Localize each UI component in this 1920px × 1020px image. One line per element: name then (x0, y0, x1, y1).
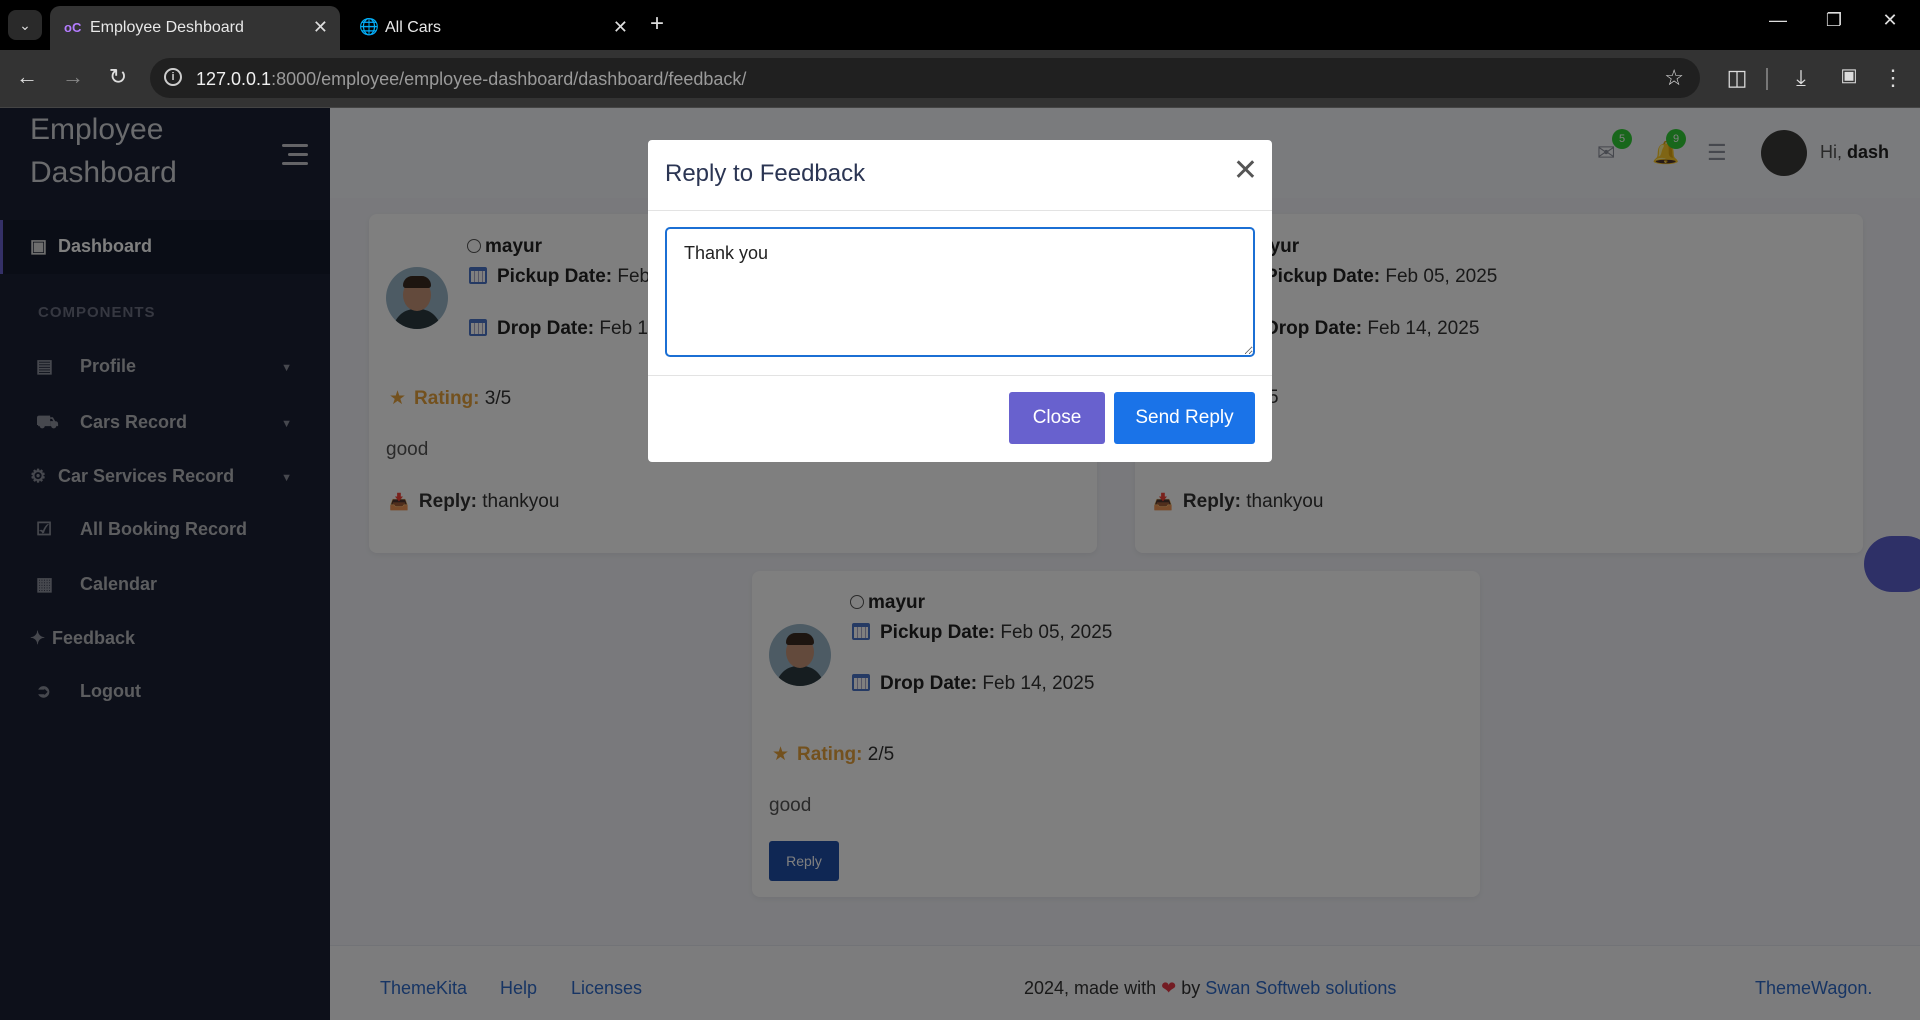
profile-icon[interactable]: ▣ (1834, 65, 1864, 86)
reply-modal: Reply to Feedback ✕ Thank you Close Send… (648, 140, 1272, 462)
extensions-icon[interactable]: ◫ (1722, 65, 1752, 91)
bookmark-star-icon[interactable]: ☆ (1664, 65, 1684, 91)
tab-search-button[interactable]: ⌄ (8, 10, 42, 40)
close-tab-icon[interactable]: ✕ (313, 17, 328, 38)
modal-title: Reply to Feedback (665, 160, 866, 187)
menu-kebab-icon[interactable]: ⋮ (1878, 65, 1908, 91)
tab-all-cars[interactable]: 🌐 All Cars ✕ (345, 6, 640, 50)
back-icon[interactable]: ← (12, 64, 42, 90)
toolbar-divider (1766, 68, 1768, 90)
close-icon[interactable]: ✕ (1233, 156, 1258, 186)
tab-title: All Cars (385, 19, 442, 36)
modal-divider (648, 375, 1272, 376)
site-info-icon[interactable]: i (164, 68, 182, 86)
send-reply-button[interactable]: Send Reply (1114, 392, 1255, 444)
reload-icon[interactable]: ↻ (103, 64, 133, 90)
site-favicon-icon: oC (64, 20, 82, 35)
window-close-icon[interactable]: ✕ (1870, 10, 1910, 31)
globe-icon: 🌐 (359, 19, 379, 36)
address-bar[interactable]: i 127.0.0.1:8000/employee/employee-dashb… (150, 58, 1700, 98)
tab-title: Employee Deshboard (90, 19, 244, 36)
close-button[interactable]: Close (1009, 392, 1105, 444)
browser-toolbar: ← → ↻ i 127.0.0.1:8000/employee/employee… (0, 50, 1920, 108)
tab-employee-dashboard[interactable]: oC Employee Deshboard ✕ (50, 6, 340, 50)
url-text: 127.0.0.1:8000/employee/employee-dashboa… (196, 69, 747, 89)
download-icon[interactable]: ⤓ (1786, 65, 1816, 91)
browser-tab-bar: ⌄ oC Employee Deshboard ✕ 🌐 All Cars ✕ +… (0, 0, 1920, 50)
restore-icon[interactable]: ❐ (1814, 10, 1854, 31)
forward-icon[interactable]: → (58, 64, 88, 90)
reply-textarea[interactable]: Thank you (665, 227, 1255, 357)
close-tab-icon[interactable]: ✕ (613, 17, 628, 38)
new-tab-button[interactable]: + (650, 10, 664, 38)
minimize-icon[interactable]: — (1758, 10, 1798, 31)
modal-divider (648, 210, 1272, 211)
